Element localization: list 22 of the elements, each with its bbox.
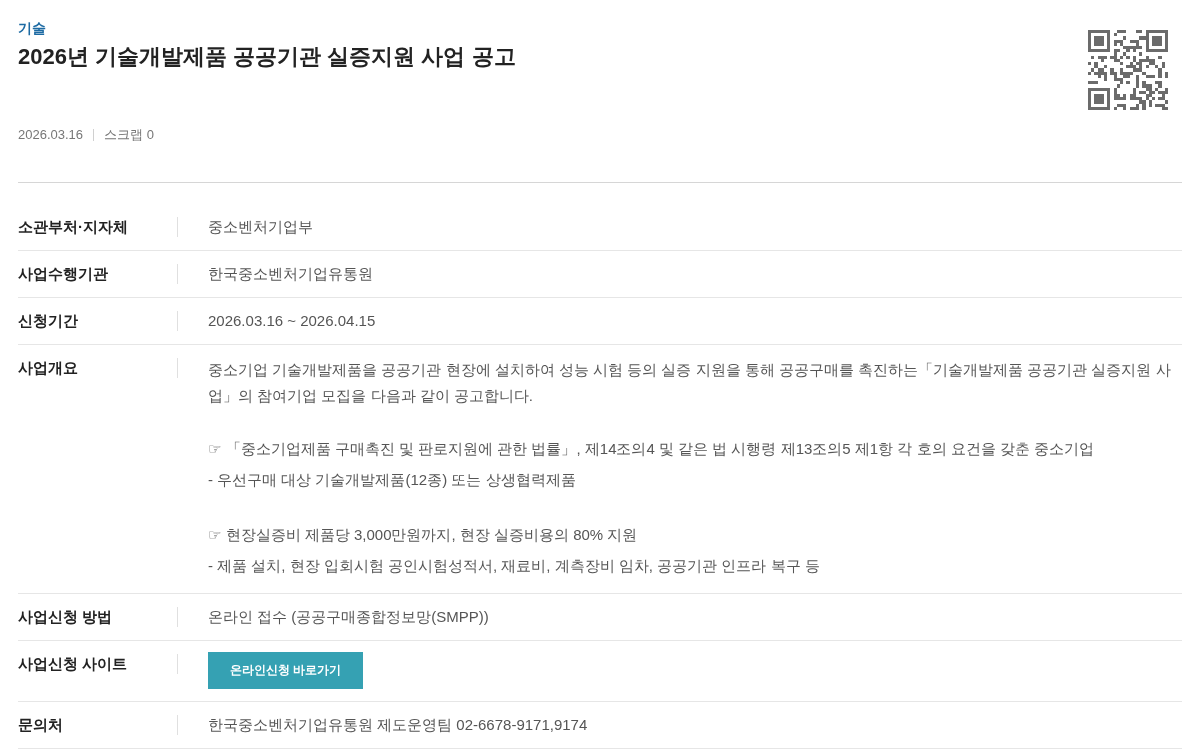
- page-title: 2026년 기술개발제품 공공기관 실증지원 사업 공고: [18, 43, 516, 71]
- detail-label: 사업수행기관: [18, 264, 109, 284]
- detail-label: 문의처: [18, 715, 64, 735]
- overview-line: - 우선구매 대상 기술개발제품(12종) 또는 상생협력제품: [208, 470, 577, 490]
- detail-label: 사업신청 사이트: [18, 654, 129, 674]
- detail-label: 사업신청 방법: [18, 607, 114, 627]
- overview-line: ☞ 현장실증비 제품당 3,000만원까지, 현장 실증비용의 80% 지원: [208, 525, 639, 545]
- detail-value: 온라인 접수 (공공구매종합정보망(SMPP)): [208, 607, 490, 627]
- apply-button[interactable]: 온라인신청 바로가기: [208, 652, 363, 689]
- post-date: 2026.03.16: [18, 126, 84, 144]
- detail-label: 사업개요: [18, 358, 79, 378]
- detail-label: 신청기간: [18, 311, 79, 331]
- detail-value: 중소벤처기업부: [208, 217, 314, 237]
- overview-line: ☞ 「중소기업제품 구매촉진 및 판로지원에 관한 법률」, 제14조의4 및 같은 법 시행령 제13조의5 제1항 각 호의 요건을 갖춘 중소기업: [208, 439, 1096, 459]
- detail-value: 한국중소벤처기업유통원 제도운영팀 02-6678-9171,9174: [208, 715, 589, 735]
- category-label: 기술: [18, 19, 46, 38]
- overview-line: - 제품 설치, 현장 입회시험 공인시험성적서, 재료비, 계측장비 임차, 공공기관 인프라 복구 등: [208, 556, 821, 576]
- detail-value: 2026.03.16 ~ 2026.04.15: [208, 311, 377, 331]
- detail-value: 한국중소벤처기업유통원: [208, 264, 374, 284]
- scrap-count: 스크랩 0: [104, 126, 154, 144]
- overview-text: 중소기업 기술개발제품을 공공기관 현장에 설치하여 성능 시험 등의 실증 지원을 통해 공공구매를 촉진하는「기술개발제품 공공기관 실증지원 사업」의 참여기업 모집을 다음과 같이 공고합니다.: [208, 360, 1172, 406]
- detail-label: 소관부처·지자체: [18, 217, 129, 237]
